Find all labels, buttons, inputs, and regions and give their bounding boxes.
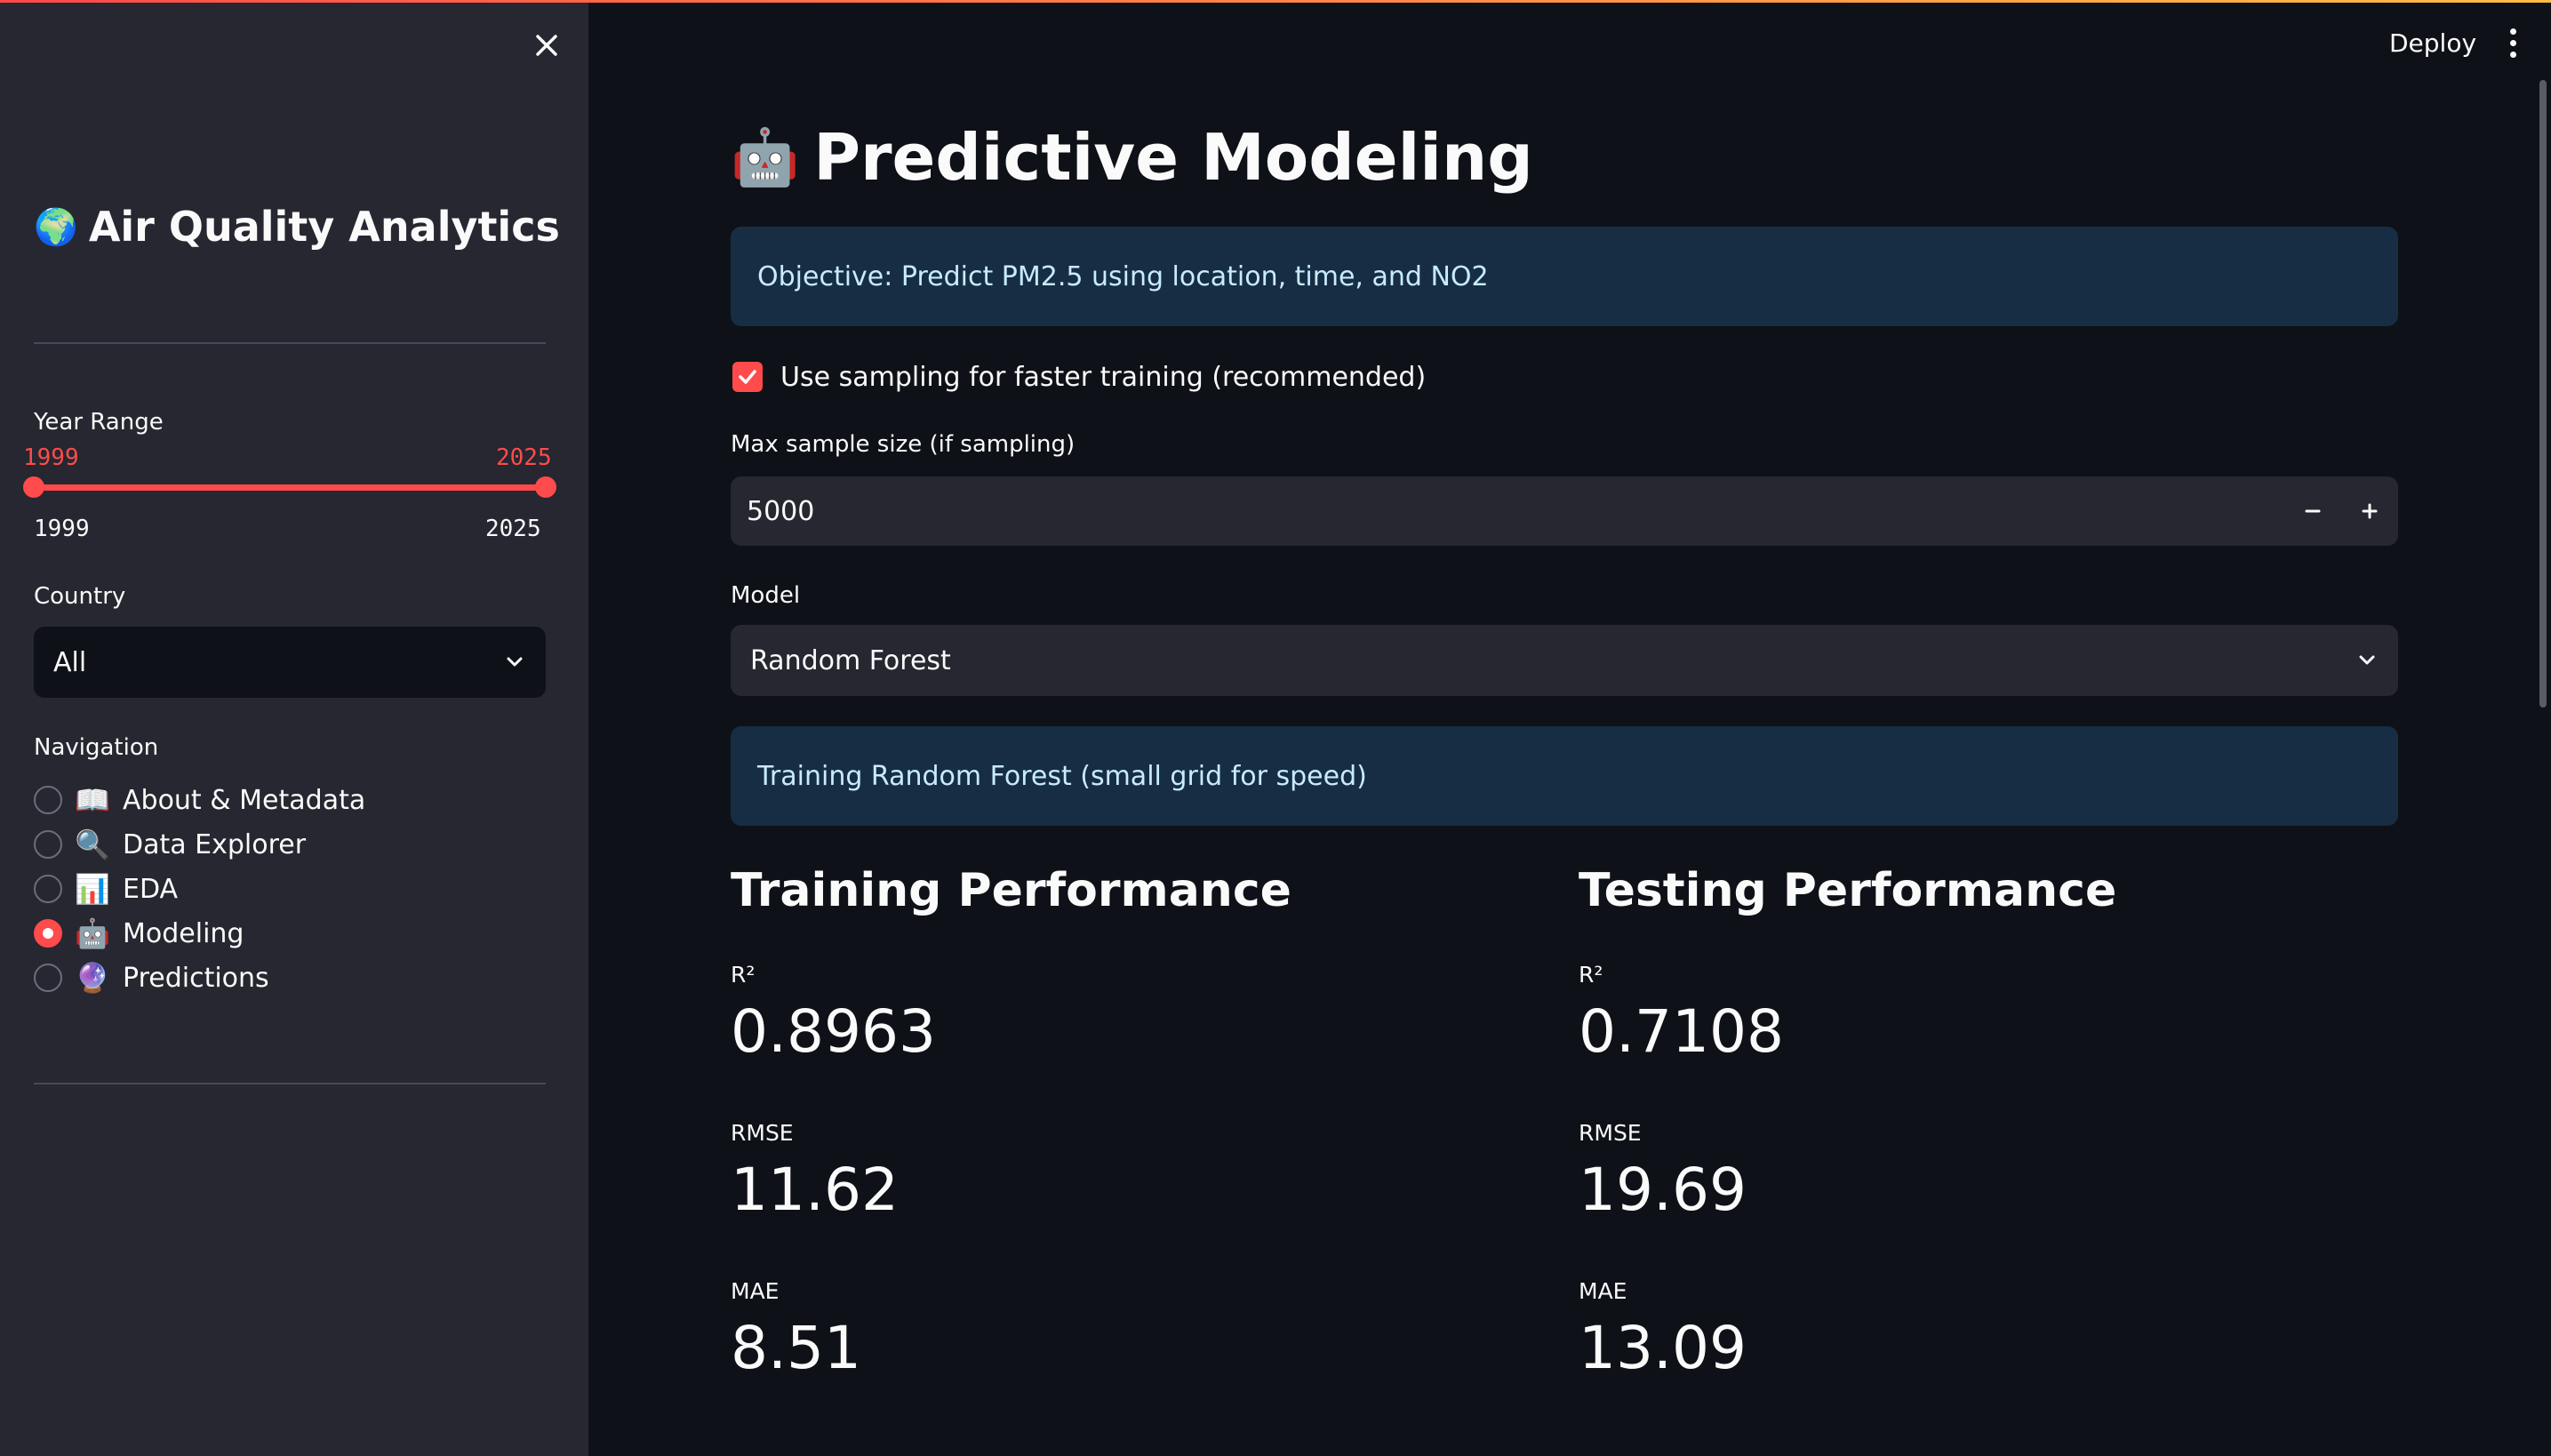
sidebar: 🌍 Air Quality Analytics Year Range 1999 … <box>0 0 588 1456</box>
bar-chart-icon: 📊 <box>75 872 110 906</box>
radio-button[interactable] <box>34 830 62 859</box>
chevron-down-icon <box>2359 655 2375 665</box>
year-range-label: Year Range <box>34 409 164 436</box>
sample-size-value[interactable]: 5000 <box>731 496 2284 527</box>
plus-icon <box>2362 503 2378 519</box>
nav-item-data-explorer[interactable]: 🔍 Data Explorer <box>34 825 306 864</box>
sampling-checkbox-label: Use sampling for faster training (recomm… <box>780 361 1427 393</box>
nav-item-label: EDA <box>123 873 179 905</box>
deploy-button[interactable]: Deploy <box>2371 20 2494 66</box>
crystal-ball-icon: 🔮 <box>75 961 110 995</box>
training-rmse-label: RMSE <box>731 1120 794 1146</box>
robot-icon: 🤖 <box>75 916 110 950</box>
radio-button[interactable] <box>34 786 62 814</box>
minus-icon <box>2305 509 2321 513</box>
nav-item-label: Predictions <box>123 962 269 994</box>
sampling-checkbox[interactable]: Use sampling for faster training (recomm… <box>732 357 1426 396</box>
objective-info-box: Objective: Predict PM2.5 using location,… <box>731 227 2398 326</box>
objective-text: Objective: Predict PM2.5 using location,… <box>757 260 1489 292</box>
training-mae-label: MAE <box>731 1278 780 1304</box>
sample-size-label: Max sample size (if sampling) <box>731 431 1076 458</box>
navigation-label: Navigation <box>34 734 159 761</box>
training-info-box: Training Random Forest (small grid for s… <box>731 726 2398 826</box>
globe-icon: 🌍 <box>34 206 78 248</box>
model-select-value: Random Forest <box>750 644 951 676</box>
year-range-track[interactable] <box>34 484 546 491</box>
training-r2-value: 0.8963 <box>731 997 936 1066</box>
year-range-low-value: 1999 <box>23 444 79 471</box>
chevron-down-icon <box>507 657 523 667</box>
testing-performance-heading: Testing Performance <box>1579 864 2117 917</box>
scrollbar[interactable] <box>2539 80 2547 708</box>
year-range-high-value: 2025 <box>496 444 552 471</box>
magnifier-icon: 🔍 <box>75 828 110 861</box>
training-rmse-value: 11.62 <box>731 1156 899 1224</box>
sidebar-title: 🌍 Air Quality Analytics <box>34 203 560 251</box>
robot-icon: 🤖 <box>731 124 800 189</box>
radio-button[interactable] <box>34 964 62 992</box>
testing-mae-label: MAE <box>1579 1278 1627 1304</box>
check-icon <box>739 370 756 384</box>
increment-button[interactable] <box>2341 476 2398 546</box>
checkbox-checked[interactable] <box>732 362 763 392</box>
sample-size-input[interactable]: 5000 <box>731 476 2398 546</box>
model-label: Model <box>731 582 801 609</box>
radio-button[interactable] <box>34 875 62 903</box>
country-select[interactable]: All <box>34 627 546 698</box>
training-mae-value: 8.51 <box>731 1314 861 1382</box>
nav-item-about[interactable]: 📖 About & Metadata <box>34 780 365 820</box>
year-range-high-handle[interactable] <box>535 476 556 498</box>
testing-rmse-value: 19.69 <box>1579 1156 1747 1224</box>
training-r2-label: R² <box>731 962 756 988</box>
testing-r2-label: R² <box>1579 962 1603 988</box>
year-range-min-label: 1999 <box>34 516 90 542</box>
nav-item-label: Data Explorer <box>123 828 307 860</box>
close-sidebar-button[interactable] <box>526 25 567 66</box>
decrement-button[interactable] <box>2284 476 2341 546</box>
year-range-low-handle[interactable] <box>23 476 44 498</box>
sidebar-title-text: Air Quality Analytics <box>88 203 560 251</box>
nav-item-label: About & Metadata <box>123 784 366 816</box>
nav-item-label: Modeling <box>123 917 244 949</box>
nav-item-modeling[interactable]: 🤖 Modeling <box>34 914 244 953</box>
testing-mae-value: 13.09 <box>1579 1314 1747 1382</box>
country-select-value: All <box>53 646 87 678</box>
training-performance-heading: Training Performance <box>731 864 1291 917</box>
testing-r2-value: 0.7108 <box>1579 997 1784 1066</box>
page-title: 🤖 Predictive Modeling <box>731 120 1533 195</box>
page-title-text: Predictive Modeling <box>813 120 1533 195</box>
testing-rmse-label: RMSE <box>1579 1120 1642 1146</box>
nav-item-predictions[interactable]: 🔮 Predictions <box>34 958 269 997</box>
model-select[interactable]: Random Forest <box>731 625 2398 696</box>
sidebar-divider <box>34 342 546 344</box>
country-label: Country <box>34 583 126 610</box>
sidebar-divider <box>34 1083 546 1084</box>
main-menu-button[interactable] <box>2498 21 2528 64</box>
top-decoration-bar <box>0 0 2551 3</box>
book-icon: 📖 <box>75 783 110 817</box>
radio-button-selected[interactable] <box>34 919 62 948</box>
more-vertical-icon <box>2509 28 2516 35</box>
training-info-text: Training Random Forest (small grid for s… <box>757 760 1367 792</box>
nav-item-eda[interactable]: 📊 EDA <box>34 869 178 908</box>
close-icon <box>536 35 557 56</box>
year-range-max-label: 2025 <box>485 516 541 542</box>
